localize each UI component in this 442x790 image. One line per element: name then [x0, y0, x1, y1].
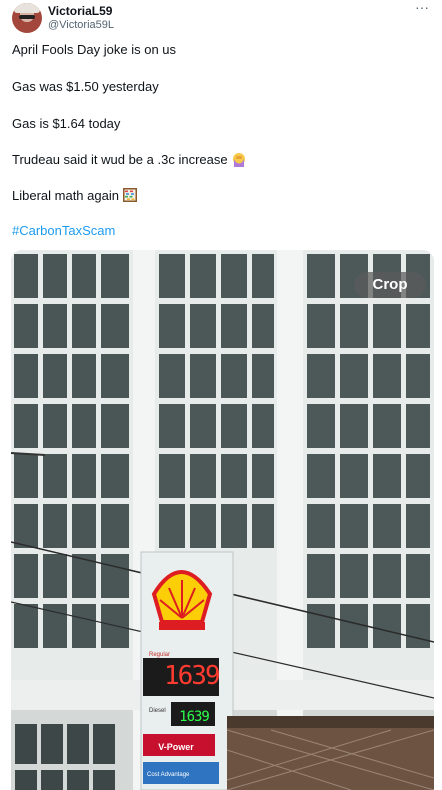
user-handle[interactable]: @Victoria59L [48, 19, 114, 31]
tweet-line-4-text: Trudeau said it wud be a .3c increase [12, 152, 228, 167]
sign-price-diesel: 1639 [179, 709, 210, 725]
tweet-line-1: April Fools Day joke is on us [12, 42, 177, 57]
svg-text:Cost Advantage: Cost Advantage [147, 772, 190, 778]
svg-text:Regular: Regular [149, 652, 170, 658]
avatar-glasses [19, 15, 35, 19]
sign-vpower-label: V-Power [158, 742, 194, 752]
tweet-line-5-text: Liberal math again [12, 188, 119, 203]
tweet-line-3: Gas is $1.64 today [12, 116, 121, 131]
svg-text:Diesel: Diesel [149, 708, 166, 714]
tweet-photo[interactable]: Regular Diesel Cost Advantage Crop [11, 250, 434, 790]
avatar-hair [14, 3, 40, 13]
avatar[interactable] [12, 3, 42, 33]
display-name[interactable]: VictoriaL59 [48, 4, 112, 18]
more-horizontal-icon[interactable]: ··· [410, 0, 434, 20]
sign-price-regular: 1639 [164, 661, 221, 691]
woman-facepalming-emoji [231, 151, 247, 171]
tweet-header: VictoriaL59 @Victoria59L ··· [0, 0, 442, 40]
tweet-line-2: Gas was $1.50 yesterday [12, 79, 159, 94]
tweet-line-5: Liberal math again [12, 187, 138, 207]
hashtag-link[interactable]: #CarbonTaxScam [12, 223, 115, 239]
abacus-emoji [122, 187, 138, 207]
gas-station-photo: Regular Diesel Cost Advantage [11, 250, 434, 790]
tweet-line-4: Trudeau said it wud be a .3c increase [12, 151, 247, 171]
crop-button[interactable]: Crop [354, 272, 426, 298]
